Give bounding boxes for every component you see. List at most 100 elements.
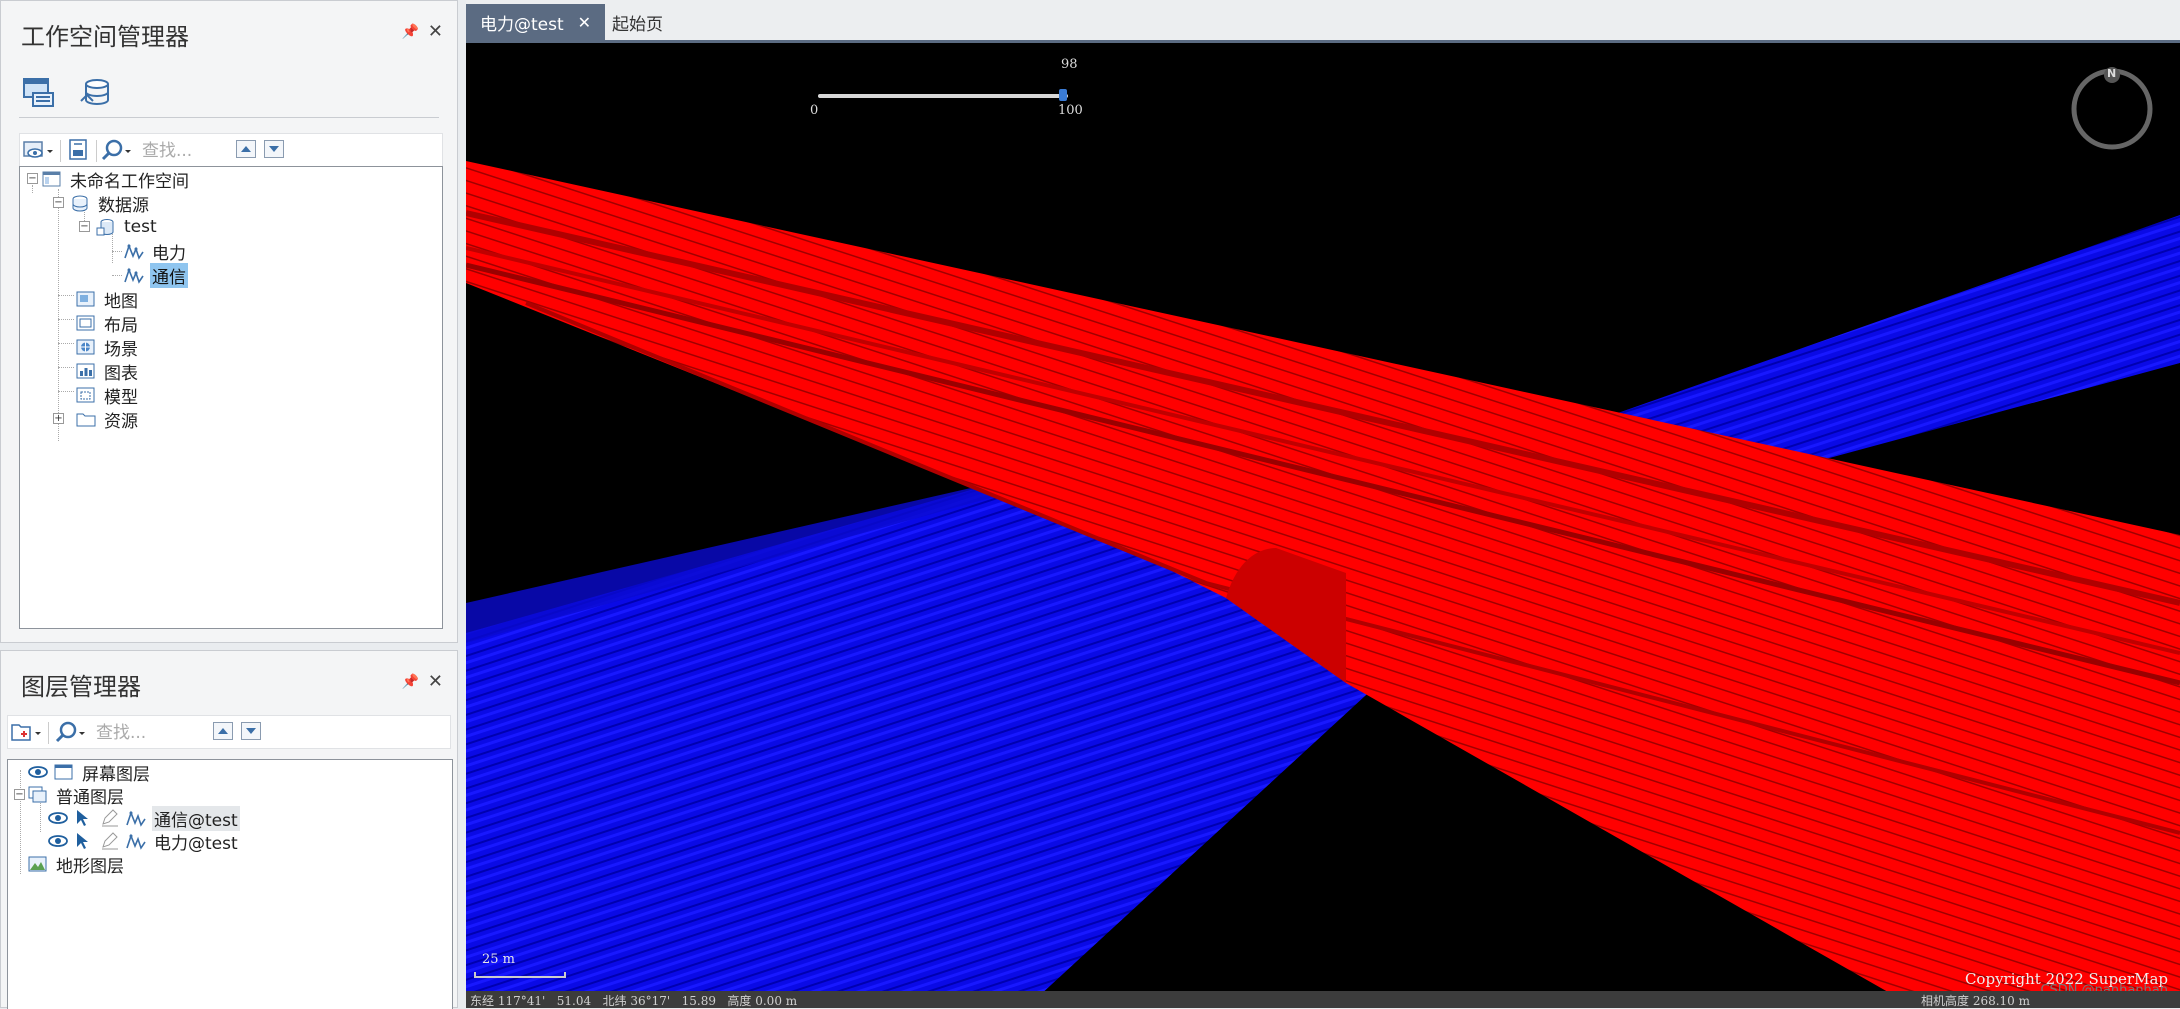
tree-node-scenes[interactable]: 场景 [76, 336, 140, 360]
network-dataset-icon [124, 242, 144, 260]
layer-panel-header: 图层管理器 📌 ✕ [1, 651, 457, 715]
selectable-pointer-icon[interactable] [74, 832, 94, 850]
map-icon [76, 290, 96, 308]
tree-label: 图表 [104, 363, 138, 384]
folder-icon [76, 410, 96, 428]
layer-node-general[interactable]: 普通图层 [28, 784, 126, 808]
collapse-test-icon[interactable]: − [79, 221, 90, 232]
status-camera-height: 相机高度 268.10 m [1921, 994, 2030, 1008]
tree-node-resources[interactable]: 资源 [76, 408, 140, 432]
workspace-search-input[interactable] [140, 137, 244, 165]
chart-icon [76, 362, 96, 380]
collapse-datasources-icon[interactable]: − [53, 197, 64, 208]
layer-node-terrain[interactable]: 地形图层 [28, 853, 126, 877]
search-dropdown-icon[interactable] [100, 138, 132, 162]
tree-node-dataset-power[interactable]: 电力 [124, 240, 188, 264]
layer-label: 通信@test [152, 805, 240, 831]
tree-node-layouts[interactable]: 布局 [76, 312, 140, 336]
workspace-view-switch [19, 73, 439, 118]
selectable-pointer-icon[interactable] [74, 809, 94, 827]
tree-label: 布局 [104, 315, 138, 336]
workspace-tree-view-icon[interactable] [21, 75, 59, 111]
tree-node-charts[interactable]: 图表 [76, 360, 140, 384]
workspace-panel-title: 工作空间管理器 [21, 23, 189, 51]
document-tab-bar: 电力@test ✕ 起始页 [466, 0, 2180, 43]
move-down-icon[interactable] [241, 722, 261, 740]
datasource-view-icon[interactable] [77, 75, 115, 111]
export-icon[interactable] [66, 138, 98, 162]
network-dataset-icon [124, 266, 144, 284]
tree-label: 场景 [104, 339, 138, 360]
editable-pencil-icon[interactable] [100, 809, 120, 827]
tree-node-workspace[interactable]: 未命名工作空间 [42, 168, 191, 192]
close-icon[interactable]: ✕ [428, 21, 443, 42]
workspace-tree: − 未命名工作空间 − 数据源 − test 电力 通信 地图 布局 场景 图表… [19, 166, 443, 629]
eye-icon[interactable] [48, 809, 68, 827]
tree-label: 数据源 [98, 195, 149, 216]
layout-icon [76, 314, 96, 332]
workspace-toolbar [19, 133, 443, 167]
workspace-icon [42, 170, 62, 188]
pin-icon[interactable]: 📌 [402, 24, 419, 40]
tree-label: 通信 [150, 262, 188, 288]
tree-node-dataset-comm[interactable]: 通信 [124, 262, 188, 288]
layer-tree: 屏幕图层 − 普通图层 通信@test 电力@test 地形图层 [7, 759, 453, 1009]
layer-node-power[interactable]: 电力@test [48, 830, 240, 854]
layer-label: 地形图层 [56, 856, 124, 877]
eye-dropdown-icon[interactable] [22, 138, 54, 162]
tab-power-scene[interactable]: 电力@test ✕ [466, 4, 606, 40]
screen-layer-icon [54, 763, 74, 781]
compass-navigator[interactable]: N [2070, 67, 2154, 151]
layer-toolbar [7, 715, 451, 749]
workspace-manager-panel: 工作空间管理器 📌 ✕ 查找... − 未命名工作空间 − 数据源 − test… [0, 0, 458, 643]
editable-pencil-icon[interactable] [100, 832, 120, 850]
tab-close-icon[interactable]: ✕ [578, 13, 591, 32]
move-up-icon[interactable] [213, 722, 233, 740]
layer-search-input[interactable] [94, 719, 198, 747]
expand-resources-icon[interactable]: + [53, 413, 64, 424]
layer-label: 普通图层 [56, 787, 124, 808]
slider-thumb[interactable] [1059, 89, 1067, 101]
status-coordinates: 东经 117°41' 51.04 北纬 36°17' 15.89 高度 0.00… [470, 994, 798, 1008]
tree-node-datasource-test[interactable]: test [96, 216, 159, 238]
eye-icon[interactable] [48, 832, 68, 850]
move-up-icon[interactable] [236, 140, 256, 158]
scale-bar-label: 25 m [482, 952, 516, 967]
tree-label: 电力 [152, 243, 186, 264]
move-down-icon[interactable] [264, 140, 284, 158]
collapse-general-layers-icon[interactable]: − [14, 789, 25, 800]
network-dataset-icon [126, 809, 146, 827]
tab-label: 起始页 [612, 14, 663, 35]
slider-min: 0 [810, 103, 819, 118]
layer-group-icon [28, 786, 48, 804]
workspace-panel-header: 工作空间管理器 📌 ✕ [1, 1, 457, 65]
layer-node-screen[interactable]: 屏幕图层 [28, 761, 152, 785]
layer-panel-title: 图层管理器 [21, 673, 141, 701]
close-icon[interactable]: ✕ [428, 671, 443, 692]
tree-node-datasources[interactable]: 数据源 [70, 192, 151, 216]
pin-icon[interactable]: 📌 [402, 674, 419, 690]
tree-label: 地图 [104, 291, 138, 312]
tab-label: 电力@test [480, 14, 564, 35]
slider-track[interactable] [818, 94, 1068, 98]
udb-datasource-icon [96, 218, 116, 236]
search-dropdown-icon[interactable] [54, 720, 86, 744]
tab-start-page[interactable]: 起始页 [598, 4, 677, 40]
layer-label: 屏幕图层 [82, 764, 150, 785]
pipeline-render [466, 161, 2180, 1008]
tree-node-maps[interactable]: 地图 [76, 288, 140, 312]
scene-viewport[interactable]: 98 0 100 N 25 m Copyright 2022 SuperMap … [466, 43, 2180, 1008]
scene-slider[interactable]: 98 0 100 [810, 57, 1088, 118]
collapse-root-icon[interactable]: − [27, 173, 38, 184]
eye-icon[interactable] [28, 763, 48, 781]
tree-label: 未命名工作空间 [70, 171, 189, 192]
layer-node-comm[interactable]: 通信@test [48, 805, 240, 831]
scene-status-bar: 东经 117°41' 51.04 北纬 36°17' 15.89 高度 0.00… [466, 991, 2180, 1008]
add-layer-dropdown-icon[interactable] [10, 720, 42, 744]
tree-label: 模型 [104, 387, 138, 408]
layer-label: 电力@test [154, 833, 238, 854]
tree-label: test [124, 217, 157, 237]
model-icon [76, 386, 96, 404]
tree-node-models[interactable]: 模型 [76, 384, 140, 408]
compass-north-label: N [2107, 67, 2117, 80]
